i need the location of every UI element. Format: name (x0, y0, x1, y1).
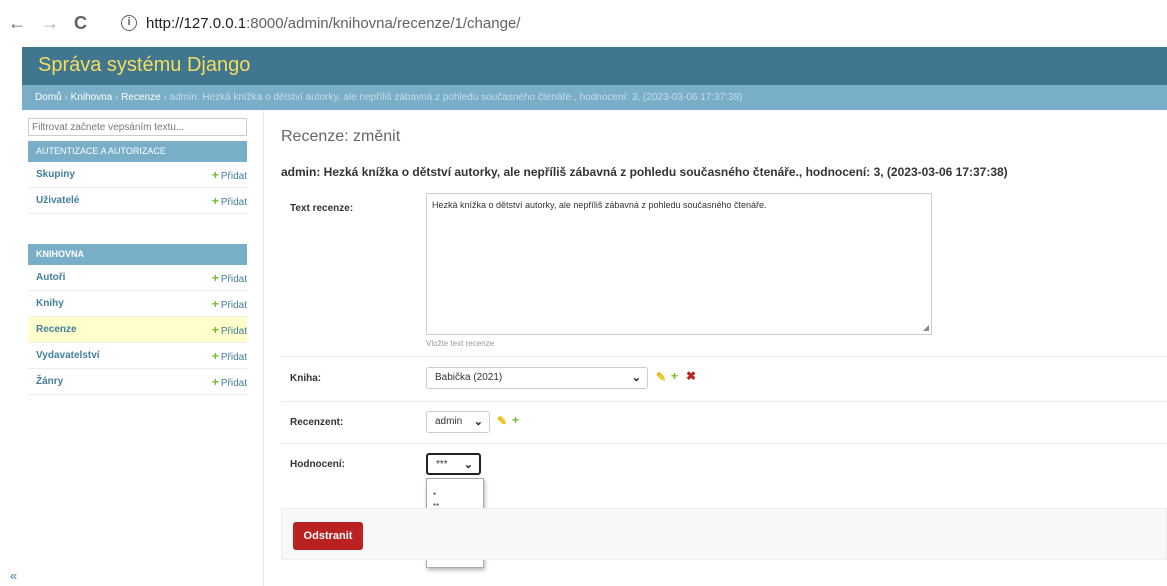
module-header-auth[interactable]: Autentizace a autorizace (28, 141, 247, 162)
sidebar-item-recenze: Recenze + Přidat (28, 317, 247, 343)
hodnoceni-select[interactable]: *** ⌄ (426, 453, 481, 475)
resize-handle-icon[interactable]: ◢ (923, 323, 929, 332)
add-label: Přidat (220, 197, 247, 208)
plus-icon: + (211, 168, 219, 182)
plus-icon: + (211, 194, 219, 208)
divider (281, 443, 1167, 444)
breadcrumb-current: admin: Hezká knížka o dětství autorky, a… (169, 92, 743, 103)
nav-filter-input[interactable]: Filtrovat začnete vepsáním textu... (28, 118, 247, 136)
url-path: :8000/admin/knihovna/recenze/1/change/ (246, 15, 521, 32)
text-label: Text recenze: (290, 203, 354, 214)
breadcrumb-app[interactable]: Knihovna (71, 92, 113, 103)
dropdown-option[interactable] (427, 479, 483, 490)
add-link[interactable]: + Přidat (212, 188, 247, 216)
plus-icon: + (211, 271, 219, 285)
add-link[interactable]: + Přidat (212, 369, 247, 397)
recenzent-select[interactable]: admin ⌄ (426, 411, 490, 433)
divider (281, 356, 1167, 357)
info-icon[interactable]: i (121, 15, 137, 31)
add-label: Přidat (220, 378, 247, 389)
breadcrumb-sep: › (61, 92, 71, 103)
add-link[interactable]: + Přidat (212, 343, 247, 371)
breadcrumb: Domů › Knihovna › Recenze › admin: Hezká… (22, 85, 1167, 110)
browser-toolbar: ← → C i http://127.0.0.1:8000/admin/knih… (0, 5, 1167, 43)
chevron-down-icon: ⌄ (473, 416, 483, 428)
breadcrumb-model[interactable]: Recenze (121, 92, 160, 103)
forward-arrow-icon[interactable]: → (41, 13, 59, 33)
pencil-icon[interactable]: ✎ (497, 414, 507, 428)
kniha-value: Babička (2021) (435, 372, 503, 383)
sidebar-item-vydavatelstvi: Vydavatelství + Přidat (28, 343, 247, 369)
chevron-down-icon: ⌄ (631, 372, 641, 384)
add-label: Přidat (220, 300, 247, 311)
object-title: admin: Hezká knížka o dětství autorky, a… (281, 165, 1008, 179)
dropdown-option[interactable]: * (427, 490, 483, 501)
text-help: Vložte text recenze (426, 339, 495, 348)
pencil-icon[interactable]: ✎ (656, 370, 666, 384)
kniha-select[interactable]: Babička (2021) ⌄ (426, 367, 648, 389)
back-arrow-icon[interactable]: ← (8, 13, 26, 33)
hodnoceni-label: Hodnocení: (290, 459, 345, 470)
module-header-knihovna[interactable]: Knihovna (28, 244, 247, 265)
plus-icon: + (211, 349, 219, 363)
hodnoceni-value: *** (436, 459, 448, 470)
breadcrumb-sep: › (160, 92, 170, 103)
add-label: Přidat (220, 274, 247, 285)
add-label: Přidat (220, 326, 247, 337)
kniha-label: Kniha: (290, 373, 322, 384)
reload-icon[interactable]: C (74, 13, 87, 33)
sidebar-item-label[interactable]: Recenze (36, 317, 77, 343)
plus-icon[interactable]: + (671, 369, 678, 383)
recenzent-value: admin (435, 416, 463, 427)
sidebar-item-label[interactable]: Žánry (36, 369, 63, 395)
site-brand[interactable]: Správa systému Django (38, 54, 250, 77)
add-link[interactable]: + Přidat (212, 291, 247, 319)
url-host: http://127.0.0.1 (146, 15, 247, 32)
sidebar-item-label[interactable]: Autoři (36, 265, 65, 291)
submit-row: Odstranit (281, 508, 1167, 560)
toggle-nav-sidebar-button[interactable]: « (10, 568, 17, 583)
add-link[interactable]: + Přidat (212, 265, 247, 293)
chevron-down-icon: ⌄ (463, 459, 473, 471)
sidebar-item-label[interactable]: Vydavatelství (36, 343, 100, 369)
add-link[interactable]: + Přidat (212, 317, 247, 345)
sidebar-item-skupiny: Skupiny + Přidat (28, 162, 247, 188)
site-header: Správa systému Django (22, 47, 1167, 85)
sidebar-item-label[interactable]: Skupiny (36, 162, 75, 188)
page-title: Recenze: změnit (281, 128, 401, 145)
sidebar-item-autori: Autoři + Přidat (28, 265, 247, 291)
text-recenze-field[interactable]: Hezká knížka o dětství autorky, ale nepř… (426, 193, 932, 335)
delete-button[interactable]: Odstranit (293, 522, 363, 550)
text-recenze-value: Hezká knížka o dětství autorky, ale nepř… (432, 200, 767, 210)
plus-icon[interactable]: + (512, 413, 519, 427)
plus-icon: + (211, 375, 219, 389)
sidebar-item-label[interactable]: Knihy (36, 291, 64, 317)
sidebar-item-zanry: Žánry + Přidat (28, 369, 247, 395)
add-label: Přidat (220, 171, 247, 182)
plus-icon: + (211, 297, 219, 311)
sidebar-item-uzivatele: Uživatelé + Přidat (28, 188, 247, 214)
add-link[interactable]: + Přidat (212, 162, 247, 190)
address-bar[interactable]: http://127.0.0.1:8000/admin/knihovna/rec… (146, 15, 520, 32)
breadcrumb-home[interactable]: Domů (35, 92, 62, 103)
sidebar-item-knihy: Knihy + Přidat (28, 291, 247, 317)
delete-x-icon[interactable]: ✖ (686, 369, 696, 383)
recenzent-label: Recenzent: (290, 417, 344, 428)
plus-icon: + (211, 323, 219, 337)
divider (281, 401, 1167, 402)
breadcrumb-sep: › (112, 92, 122, 103)
add-label: Přidat (220, 352, 247, 363)
nav-sidebar: Filtrovat začnete vepsáním textu... Aute… (22, 110, 264, 586)
sidebar-item-label[interactable]: Uživatelé (36, 188, 79, 214)
